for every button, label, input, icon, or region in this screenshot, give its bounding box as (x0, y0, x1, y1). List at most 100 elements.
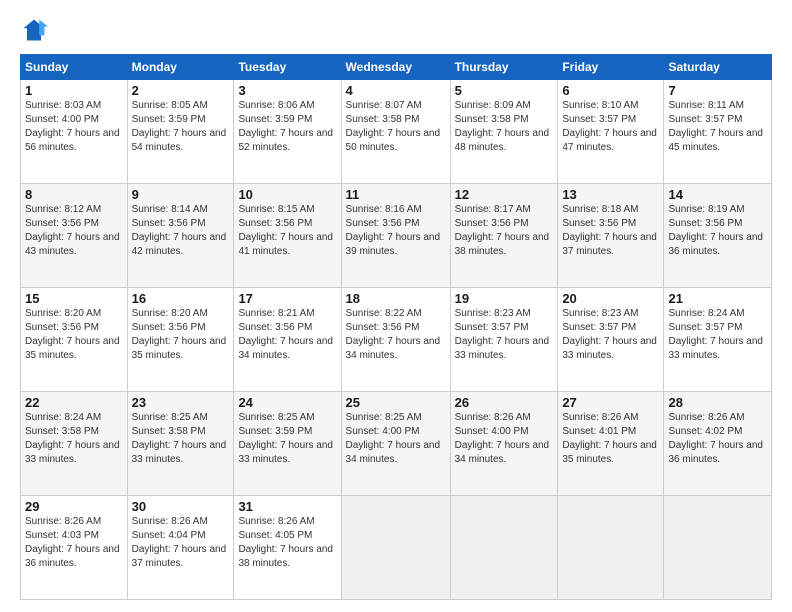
day-info: Sunrise: 8:26 AM Sunset: 4:00 PM Dayligh… (455, 411, 554, 467)
day-info: Sunrise: 8:23 AM Sunset: 3:57 PM Dayligh… (562, 307, 659, 363)
week-row-2: 8 Sunrise: 8:12 AM Sunset: 3:56 PM Dayli… (21, 184, 772, 288)
logo-icon (20, 16, 48, 44)
day-cell: 11 Sunrise: 8:16 AM Sunset: 3:56 PM Dayl… (341, 184, 450, 288)
day-number: 8 (25, 187, 123, 202)
day-cell: 7 Sunrise: 8:11 AM Sunset: 3:57 PM Dayli… (664, 80, 772, 184)
calendar-table: SundayMondayTuesdayWednesdayThursdayFrid… (20, 54, 772, 600)
day-number: 1 (25, 83, 123, 98)
day-info: Sunrise: 8:20 AM Sunset: 3:56 PM Dayligh… (132, 307, 230, 363)
day-info: Sunrise: 8:24 AM Sunset: 3:58 PM Dayligh… (25, 411, 123, 467)
day-info: Sunrise: 8:24 AM Sunset: 3:57 PM Dayligh… (668, 307, 767, 363)
day-cell: 31 Sunrise: 8:26 AM Sunset: 4:05 PM Dayl… (234, 496, 341, 600)
day-cell: 4 Sunrise: 8:07 AM Sunset: 3:58 PM Dayli… (341, 80, 450, 184)
day-cell: 25 Sunrise: 8:25 AM Sunset: 4:00 PM Dayl… (341, 392, 450, 496)
day-info: Sunrise: 8:21 AM Sunset: 3:56 PM Dayligh… (238, 307, 336, 363)
day-number: 23 (132, 395, 230, 410)
day-cell: 23 Sunrise: 8:25 AM Sunset: 3:58 PM Dayl… (127, 392, 234, 496)
day-number: 11 (346, 187, 446, 202)
day-info: Sunrise: 8:25 AM Sunset: 3:58 PM Dayligh… (132, 411, 230, 467)
day-number: 26 (455, 395, 554, 410)
day-cell (664, 496, 772, 600)
day-info: Sunrise: 8:07 AM Sunset: 3:58 PM Dayligh… (346, 99, 446, 155)
day-cell: 19 Sunrise: 8:23 AM Sunset: 3:57 PM Dayl… (450, 288, 558, 392)
day-number: 15 (25, 291, 123, 306)
week-row-3: 15 Sunrise: 8:20 AM Sunset: 3:56 PM Dayl… (21, 288, 772, 392)
day-info: Sunrise: 8:17 AM Sunset: 3:56 PM Dayligh… (455, 203, 554, 259)
day-cell: 21 Sunrise: 8:24 AM Sunset: 3:57 PM Dayl… (664, 288, 772, 392)
day-cell: 12 Sunrise: 8:17 AM Sunset: 3:56 PM Dayl… (450, 184, 558, 288)
page: SundayMondayTuesdayWednesdayThursdayFrid… (0, 0, 792, 612)
weekday-thursday: Thursday (450, 55, 558, 80)
weekday-saturday: Saturday (664, 55, 772, 80)
day-info: Sunrise: 8:20 AM Sunset: 3:56 PM Dayligh… (25, 307, 123, 363)
day-cell: 22 Sunrise: 8:24 AM Sunset: 3:58 PM Dayl… (21, 392, 128, 496)
day-cell: 15 Sunrise: 8:20 AM Sunset: 3:56 PM Dayl… (21, 288, 128, 392)
day-cell: 14 Sunrise: 8:19 AM Sunset: 3:56 PM Dayl… (664, 184, 772, 288)
day-number: 12 (455, 187, 554, 202)
weekday-wednesday: Wednesday (341, 55, 450, 80)
day-info: Sunrise: 8:14 AM Sunset: 3:56 PM Dayligh… (132, 203, 230, 259)
day-cell: 18 Sunrise: 8:22 AM Sunset: 3:56 PM Dayl… (341, 288, 450, 392)
day-number: 25 (346, 395, 446, 410)
day-number: 10 (238, 187, 336, 202)
day-cell (450, 496, 558, 600)
day-number: 16 (132, 291, 230, 306)
day-cell: 30 Sunrise: 8:26 AM Sunset: 4:04 PM Dayl… (127, 496, 234, 600)
week-row-1: 1 Sunrise: 8:03 AM Sunset: 4:00 PM Dayli… (21, 80, 772, 184)
weekday-sunday: Sunday (21, 55, 128, 80)
day-cell: 10 Sunrise: 8:15 AM Sunset: 3:56 PM Dayl… (234, 184, 341, 288)
day-info: Sunrise: 8:26 AM Sunset: 4:05 PM Dayligh… (238, 515, 336, 571)
day-cell: 17 Sunrise: 8:21 AM Sunset: 3:56 PM Dayl… (234, 288, 341, 392)
day-info: Sunrise: 8:25 AM Sunset: 3:59 PM Dayligh… (238, 411, 336, 467)
day-number: 6 (562, 83, 659, 98)
day-info: Sunrise: 8:26 AM Sunset: 4:01 PM Dayligh… (562, 411, 659, 467)
day-number: 13 (562, 187, 659, 202)
day-number: 18 (346, 291, 446, 306)
day-number: 24 (238, 395, 336, 410)
weekday-monday: Monday (127, 55, 234, 80)
day-number: 5 (455, 83, 554, 98)
day-cell: 6 Sunrise: 8:10 AM Sunset: 3:57 PM Dayli… (558, 80, 664, 184)
day-cell: 29 Sunrise: 8:26 AM Sunset: 4:03 PM Dayl… (21, 496, 128, 600)
day-number: 20 (562, 291, 659, 306)
day-cell: 3 Sunrise: 8:06 AM Sunset: 3:59 PM Dayli… (234, 80, 341, 184)
day-cell: 16 Sunrise: 8:20 AM Sunset: 3:56 PM Dayl… (127, 288, 234, 392)
day-info: Sunrise: 8:26 AM Sunset: 4:02 PM Dayligh… (668, 411, 767, 467)
day-cell: 2 Sunrise: 8:05 AM Sunset: 3:59 PM Dayli… (127, 80, 234, 184)
logo (20, 16, 52, 44)
day-info: Sunrise: 8:26 AM Sunset: 4:03 PM Dayligh… (25, 515, 123, 571)
header (20, 16, 772, 44)
weekday-header-row: SundayMondayTuesdayWednesdayThursdayFrid… (21, 55, 772, 80)
day-info: Sunrise: 8:19 AM Sunset: 3:56 PM Dayligh… (668, 203, 767, 259)
day-info: Sunrise: 8:10 AM Sunset: 3:57 PM Dayligh… (562, 99, 659, 155)
day-cell: 26 Sunrise: 8:26 AM Sunset: 4:00 PM Dayl… (450, 392, 558, 496)
day-number: 2 (132, 83, 230, 98)
day-info: Sunrise: 8:25 AM Sunset: 4:00 PM Dayligh… (346, 411, 446, 467)
day-info: Sunrise: 8:06 AM Sunset: 3:59 PM Dayligh… (238, 99, 336, 155)
day-number: 9 (132, 187, 230, 202)
day-info: Sunrise: 8:09 AM Sunset: 3:58 PM Dayligh… (455, 99, 554, 155)
day-info: Sunrise: 8:26 AM Sunset: 4:04 PM Dayligh… (132, 515, 230, 571)
day-cell (341, 496, 450, 600)
day-info: Sunrise: 8:03 AM Sunset: 4:00 PM Dayligh… (25, 99, 123, 155)
day-cell (558, 496, 664, 600)
day-number: 4 (346, 83, 446, 98)
day-number: 7 (668, 83, 767, 98)
weekday-friday: Friday (558, 55, 664, 80)
day-number: 30 (132, 499, 230, 514)
day-number: 3 (238, 83, 336, 98)
day-number: 21 (668, 291, 767, 306)
day-cell: 1 Sunrise: 8:03 AM Sunset: 4:00 PM Dayli… (21, 80, 128, 184)
day-cell: 13 Sunrise: 8:18 AM Sunset: 3:56 PM Dayl… (558, 184, 664, 288)
weekday-tuesday: Tuesday (234, 55, 341, 80)
day-cell: 8 Sunrise: 8:12 AM Sunset: 3:56 PM Dayli… (21, 184, 128, 288)
day-info: Sunrise: 8:05 AM Sunset: 3:59 PM Dayligh… (132, 99, 230, 155)
day-number: 22 (25, 395, 123, 410)
day-info: Sunrise: 8:11 AM Sunset: 3:57 PM Dayligh… (668, 99, 767, 155)
day-number: 31 (238, 499, 336, 514)
calendar-body: 1 Sunrise: 8:03 AM Sunset: 4:00 PM Dayli… (21, 80, 772, 600)
day-cell: 27 Sunrise: 8:26 AM Sunset: 4:01 PM Dayl… (558, 392, 664, 496)
week-row-4: 22 Sunrise: 8:24 AM Sunset: 3:58 PM Dayl… (21, 392, 772, 496)
day-number: 19 (455, 291, 554, 306)
day-cell: 24 Sunrise: 8:25 AM Sunset: 3:59 PM Dayl… (234, 392, 341, 496)
